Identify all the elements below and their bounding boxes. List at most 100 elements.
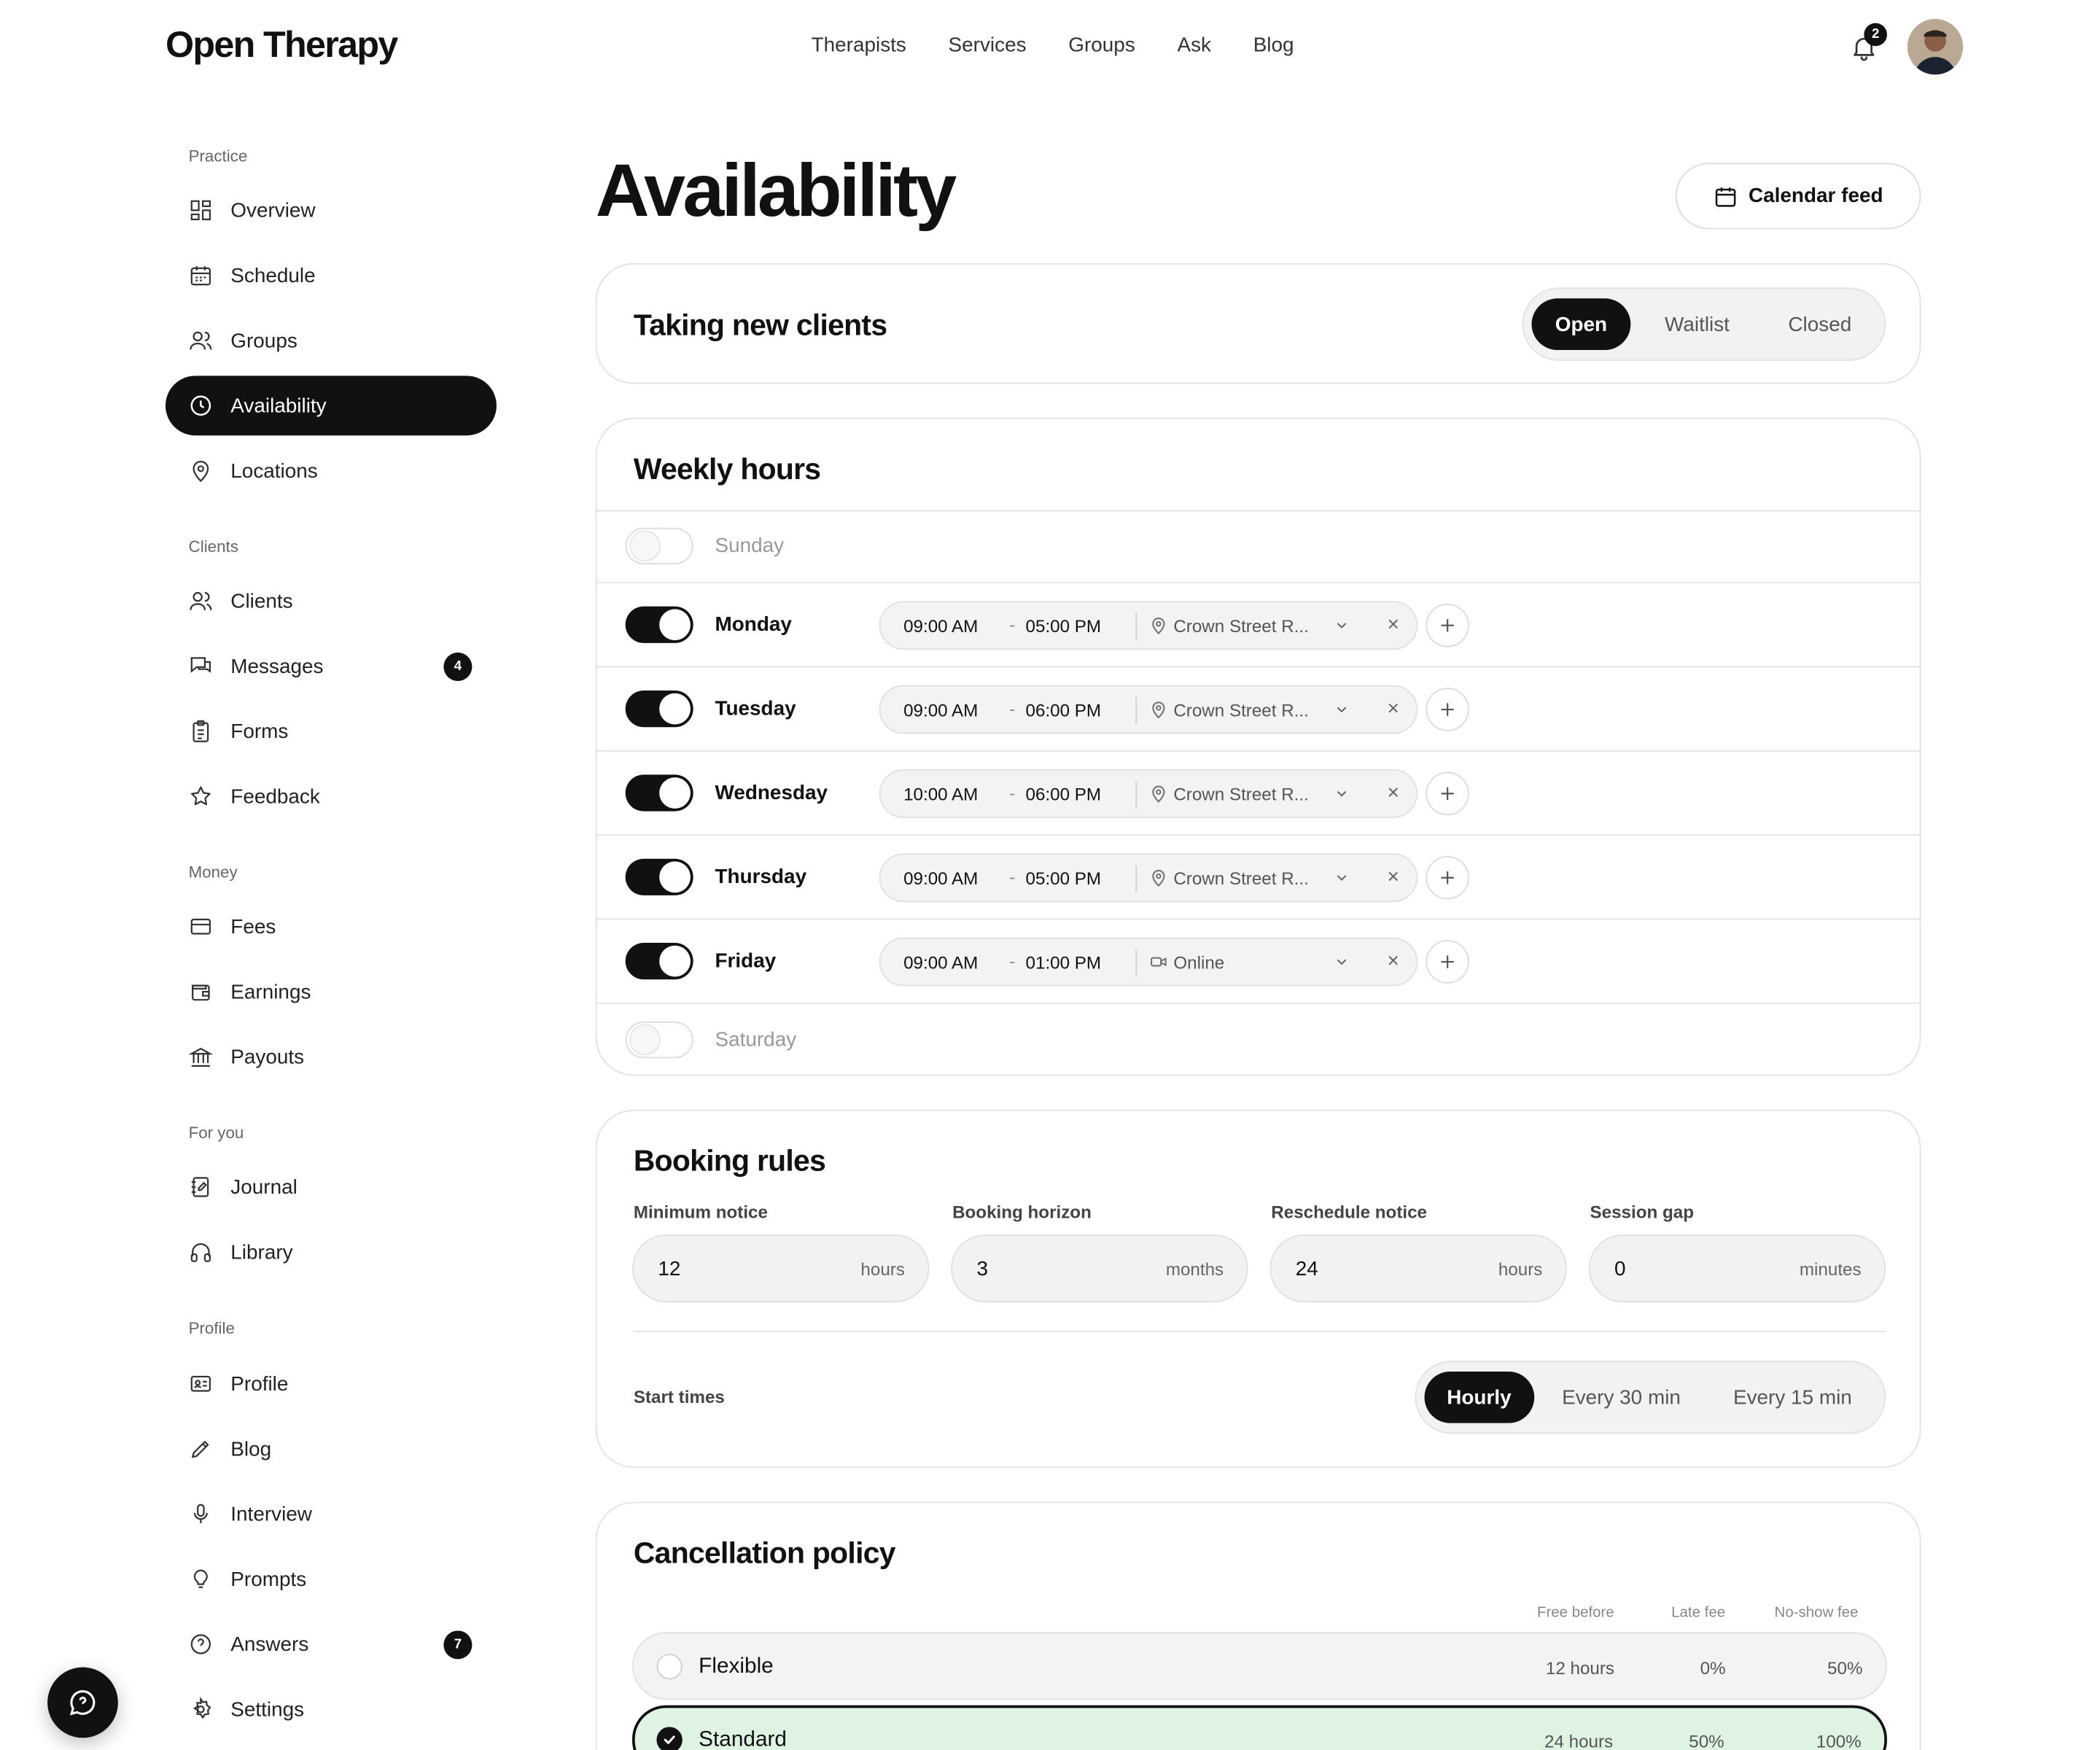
sidebar-item-overview[interactable]: Overview [166, 180, 497, 240]
location-select[interactable]: Crown Street R... [1173, 784, 1314, 804]
avatar[interactable] [1907, 19, 1964, 75]
sidebar-item-interview[interactable]: Interview [166, 1484, 497, 1544]
sidebar-item-groups[interactable]: Groups [166, 311, 497, 370]
location-select[interactable]: Online [1173, 952, 1314, 973]
chevron-down-icon[interactable] [1334, 701, 1350, 718]
start-times-15-option[interactable]: Every 15 min [1709, 1372, 1876, 1423]
end-time[interactable]: 06:00 PM [1026, 700, 1102, 720]
chevron-down-icon[interactable] [1334, 618, 1350, 634]
calendar-feed-button[interactable]: Calendar feed [1675, 163, 1921, 230]
status-waitlist-option[interactable]: Waitlist [1630, 298, 1763, 350]
start-times-hourly-option[interactable]: Hourly [1424, 1371, 1534, 1423]
location-select[interactable]: Crown Street R... [1173, 868, 1314, 889]
chevron-down-icon[interactable] [1334, 870, 1350, 886]
day-row-thursday: Thursday 09:00 AM - 05:00 PM Crown Stree… [596, 834, 1920, 918]
sidebar-section-practice: Practice [188, 146, 248, 166]
chevron-down-icon[interactable] [1334, 785, 1350, 801]
notification-badge: 2 [1864, 23, 1887, 47]
start-time[interactable]: 09:00 AM [903, 952, 978, 973]
toggle-sunday[interactable] [625, 527, 693, 564]
sidebar-item-clients[interactable]: Clients [166, 571, 497, 631]
toggle-monday[interactable] [625, 606, 693, 643]
close-icon[interactable] [1385, 784, 1401, 800]
location-select[interactable]: Crown Street R... [1173, 616, 1314, 637]
map-pin-icon [1152, 869, 1165, 887]
session-gap-value[interactable]: 0 [1614, 1258, 1626, 1281]
end-time[interactable]: 05:00 PM [1026, 616, 1102, 637]
answers-badge: 7 [443, 1630, 472, 1660]
sidebar-item-messages[interactable]: Messages 4 [166, 637, 497, 696]
start-time[interactable]: 09:00 AM [903, 700, 978, 720]
location-select[interactable]: Crown Street R... [1173, 700, 1314, 720]
sidebar-item-journal[interactable]: Journal [166, 1157, 497, 1217]
sidebar-item-label: Groups [230, 329, 298, 352]
close-icon[interactable] [1385, 616, 1401, 632]
add-slot-button[interactable] [1426, 603, 1469, 648]
chevron-down-icon[interactable] [1334, 954, 1350, 970]
sidebar-item-fees[interactable]: Fees [166, 897, 497, 957]
toggle-wednesday[interactable] [625, 774, 693, 812]
free-before-value: 12 hours [1545, 1657, 1614, 1679]
start-time[interactable]: 10:00 AM [903, 784, 978, 804]
start-time[interactable]: 09:00 AM [903, 868, 978, 889]
close-icon[interactable] [1385, 700, 1401, 716]
sidebar-item-availability[interactable]: Availability [165, 376, 497, 436]
nav-link-groups[interactable]: Groups [1068, 34, 1135, 58]
toggle-thursday[interactable] [625, 858, 693, 895]
policy-flexible[interactable]: Flexible 12 hours 0% 50% [631, 1632, 1887, 1700]
sidebar-item-forms[interactable]: Forms [166, 701, 497, 761]
sidebar-item-earnings[interactable]: Earnings [166, 962, 497, 1022]
status-open-option[interactable]: Open [1531, 298, 1631, 351]
booking-horizon-field[interactable]: 3 months [951, 1234, 1248, 1303]
policy-standard[interactable]: Standard 24 hours 50% 100% [631, 1705, 1887, 1750]
sidebar-item-blog[interactable]: Blog [166, 1419, 497, 1479]
sidebar-item-locations[interactable]: Locations [166, 441, 497, 501]
help-chat-button[interactable] [47, 1667, 118, 1738]
sidebar-item-settings[interactable]: Settings [166, 1679, 497, 1739]
add-slot-button[interactable] [1426, 855, 1469, 900]
sidebar-item-answers[interactable]: Answers 7 [166, 1614, 497, 1674]
nav-link-services[interactable]: Services [949, 34, 1027, 58]
add-slot-button[interactable] [1426, 940, 1469, 984]
sidebar-item-profile[interactable]: Profile [166, 1354, 497, 1414]
sidebar-item-payouts[interactable]: Payouts [166, 1027, 497, 1086]
reschedule-notice-value[interactable]: 24 [1296, 1258, 1318, 1281]
booking-rules-card: Booking rules Minimum notice 12 hours Bo… [595, 1109, 1921, 1469]
sidebar-item-feedback[interactable]: Feedback [166, 766, 497, 826]
column-free-before: Free before [1536, 1604, 1614, 1622]
client-status-toggle: Open Waitlist Closed [1522, 287, 1886, 361]
close-icon[interactable] [1385, 952, 1401, 968]
radio-button[interactable] [656, 1727, 682, 1750]
add-slot-button[interactable] [1426, 771, 1469, 816]
start-time[interactable]: 09:00 AM [903, 616, 978, 637]
nav-link-ask[interactable]: Ask [1177, 34, 1211, 58]
end-time[interactable]: 05:00 PM [1026, 868, 1102, 889]
nav-link-blog[interactable]: Blog [1253, 34, 1294, 58]
video-icon [1151, 957, 1167, 967]
add-slot-button[interactable] [1426, 688, 1469, 731]
booking-horizon-value[interactable]: 3 [977, 1258, 989, 1281]
start-times-30-option[interactable]: Every 30 min [1533, 1372, 1708, 1423]
sidebar-item-schedule[interactable]: Schedule [166, 246, 497, 306]
radio-button[interactable] [656, 1653, 682, 1680]
sidebar-item-library[interactable]: Library [166, 1222, 497, 1282]
minimum-notice-value[interactable]: 12 [658, 1258, 680, 1281]
map-pin-icon [1152, 617, 1165, 635]
brand-logo[interactable]: Open Therapy [166, 24, 398, 66]
no-show-fee-value: 50% [1827, 1657, 1863, 1679]
session-gap-field[interactable]: 0 minutes [1588, 1234, 1886, 1303]
end-time[interactable]: 01:00 PM [1026, 952, 1102, 973]
reschedule-notice-field[interactable]: 24 hours [1269, 1234, 1567, 1303]
nav-link-therapists[interactable]: Therapists [812, 34, 906, 58]
toggle-tuesday[interactable] [625, 690, 693, 728]
sidebar-item-prompts[interactable]: Prompts [166, 1549, 497, 1609]
toggle-saturday[interactable] [625, 1021, 693, 1059]
day-label: Wednesday [715, 781, 828, 805]
minimum-notice-field[interactable]: 12 hours [631, 1234, 930, 1303]
day-row-tuesday: Tuesday 09:00 AM - 06:00 PM Crown Street… [596, 666, 1920, 750]
end-time[interactable]: 06:00 PM [1026, 784, 1102, 804]
status-closed-option[interactable]: Closed [1764, 298, 1876, 350]
close-icon[interactable] [1385, 868, 1401, 884]
toggle-friday[interactable] [625, 943, 693, 980]
bank-icon [188, 1047, 214, 1068]
